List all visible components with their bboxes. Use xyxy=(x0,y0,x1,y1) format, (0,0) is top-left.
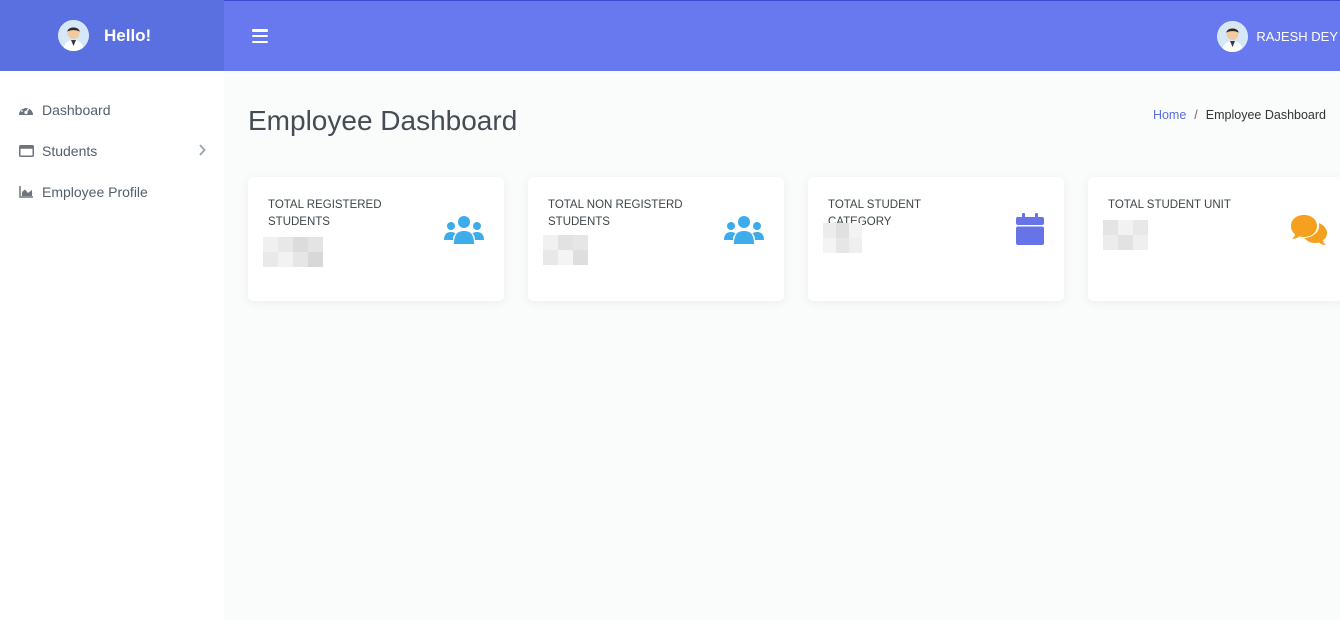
dashboard-gauge-icon xyxy=(18,103,34,117)
breadcrumb: Home / Employee Dashboard xyxy=(1153,108,1326,122)
page-title: Employee Dashboard xyxy=(248,105,518,136)
sidebar-item-label: Dashboard xyxy=(42,101,111,118)
user-menu[interactable]: RAJESH DEY xyxy=(1217,21,1338,52)
sidebar-item-employee-profile[interactable]: Employee Profile xyxy=(0,171,224,212)
stat-cards: TOTAL REGISTERED STUDENTS TOTAL NON REGI… xyxy=(248,177,1340,301)
stat-card-student-unit: TOTAL STUDENT UNIT xyxy=(1088,177,1340,301)
hamburger-icon[interactable] xyxy=(252,29,268,43)
window-icon xyxy=(18,144,34,158)
sidebar-nav: Dashboard Students Employee Profile xyxy=(0,71,224,212)
stat-card-student-category: TOTAL STUDENT CATEGORY xyxy=(808,177,1064,301)
sidebar-item-label: Employee Profile xyxy=(42,183,148,200)
card-title: TOTAL STUDENT UNIT xyxy=(1108,199,1231,211)
users-icon xyxy=(724,215,764,250)
brand[interactable]: Hello! xyxy=(0,0,224,71)
stat-card-non-registered-students: TOTAL NON REGISTERD STUDENTS xyxy=(528,177,784,301)
card-title: TOTAL REGISTERED STUDENTS xyxy=(268,199,382,228)
stat-card-registered-students: TOTAL REGISTERED STUDENTS xyxy=(248,177,504,301)
users-icon xyxy=(444,215,484,250)
calendar-icon xyxy=(1016,213,1044,250)
card-value-redacted xyxy=(823,223,862,253)
card-value-redacted xyxy=(543,235,588,265)
breadcrumb-home-link[interactable]: Home xyxy=(1153,108,1186,122)
sidebar: Hello! Dashboard Students Employee Profi… xyxy=(0,0,224,620)
main-content: Employee Dashboard Home / Employee Dashb… xyxy=(224,71,1340,620)
user-avatar xyxy=(1217,21,1249,52)
chevron-right-icon xyxy=(198,143,206,159)
card-value-redacted xyxy=(1103,220,1148,250)
topbar: RAJESH DEY xyxy=(224,0,1340,71)
sidebar-item-dashboard[interactable]: Dashboard xyxy=(0,89,224,130)
comments-icon xyxy=(1290,213,1328,250)
card-title: TOTAL NON REGISTERD STUDENTS xyxy=(548,199,683,228)
card-value-redacted xyxy=(263,237,323,267)
brand-avatar xyxy=(58,20,89,51)
user-name: RAJESH DEY xyxy=(1256,29,1338,44)
sidebar-item-label: Students xyxy=(42,142,98,159)
brand-text: Hello! xyxy=(104,25,152,45)
breadcrumb-current: Employee Dashboard xyxy=(1205,108,1326,122)
breadcrumb-separator: / xyxy=(1194,108,1198,122)
area-chart-icon xyxy=(18,185,34,199)
sidebar-item-students[interactable]: Students xyxy=(0,130,224,171)
